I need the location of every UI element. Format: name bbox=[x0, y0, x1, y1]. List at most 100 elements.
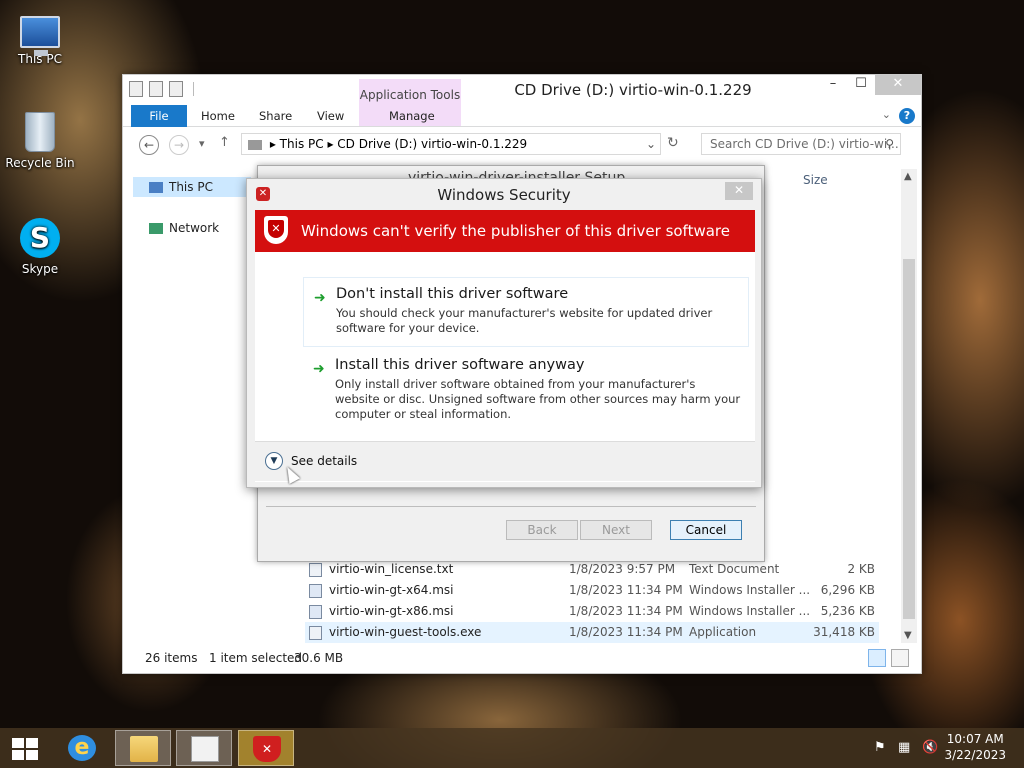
option-heading: Install this driver software anyway bbox=[335, 357, 585, 373]
error-shield-icon bbox=[264, 216, 288, 244]
scroll-up-icon[interactable]: ▲ bbox=[904, 171, 912, 182]
file-date: 1/8/2023 11:34 PM bbox=[569, 604, 683, 618]
expand-ribbon-icon[interactable]: ⌄ bbox=[882, 108, 891, 121]
green-arrow-icon: ➜ bbox=[313, 361, 325, 377]
status-bar: 26 items 1 item selected 30.6 MB bbox=[123, 643, 921, 673]
clock-date: 3/22/2023 bbox=[944, 748, 1006, 762]
network-tray-icon[interactable]: ▦ bbox=[898, 740, 910, 755]
msi-file-icon bbox=[309, 584, 322, 598]
this-pc-icon bbox=[20, 16, 60, 56]
taskbar-internet-explorer[interactable]: e bbox=[54, 730, 110, 766]
option-heading: Don't install this driver software bbox=[336, 286, 569, 302]
forward-icon[interactable]: → bbox=[169, 135, 189, 155]
desktop-icon-label: Skype bbox=[21, 262, 59, 276]
clock-time: 10:07 AM bbox=[946, 732, 1004, 746]
back-button[interactable]: Back bbox=[506, 520, 578, 540]
dialog-body: ➜ Don't install this driver software You… bbox=[255, 252, 755, 482]
column-header-size[interactable]: Size bbox=[803, 173, 828, 187]
breadcrumb-this-pc[interactable]: This PC bbox=[280, 137, 324, 151]
file-row[interactable]: virtio-win-gt-x86.msi 1/8/2023 11:34 PM … bbox=[305, 601, 879, 622]
drive-icon bbox=[248, 139, 262, 150]
file-row[interactable]: virtio-win_license.txt 1/8/2023 9:57 PM … bbox=[305, 559, 879, 580]
properties-icon[interactable] bbox=[149, 81, 163, 97]
tab-file[interactable]: File bbox=[131, 105, 187, 127]
chevron-down-icon[interactable]: ▼ bbox=[265, 452, 283, 470]
ribbon-tabs: File Home Share View Manage ⌄ ? bbox=[123, 105, 921, 127]
window-controls: – ☐ ✕ bbox=[819, 75, 921, 95]
file-row-selected[interactable]: virtio-win-guest-tools.exe 1/8/2023 11:3… bbox=[305, 622, 879, 643]
security-shield-icon: ✕ bbox=[253, 736, 281, 762]
file-date: 1/8/2023 9:57 PM bbox=[569, 562, 676, 576]
nav-item-network[interactable]: Network bbox=[149, 221, 219, 235]
text-file-icon bbox=[309, 563, 322, 577]
file-size: 6,296 KB bbox=[820, 583, 875, 597]
taskbar-windows-security[interactable]: ✕ bbox=[238, 730, 294, 766]
tab-view[interactable]: View bbox=[317, 105, 344, 127]
minimize-button[interactable]: – bbox=[819, 75, 847, 95]
recent-locations-icon[interactable]: ▾ bbox=[199, 137, 205, 150]
system-clock[interactable]: 10:07 AM 3/22/2023 bbox=[944, 731, 1006, 763]
window-title: CD Drive (D:) virtio-win-0.1.229 bbox=[514, 81, 752, 99]
volume-muted-icon[interactable]: 🔇 bbox=[922, 740, 938, 755]
tab-manage[interactable]: Manage bbox=[389, 105, 435, 127]
back-icon[interactable]: ← bbox=[139, 135, 159, 155]
breadcrumb-cd-drive[interactable]: CD Drive (D:) virtio-win-0.1.229 bbox=[337, 137, 527, 151]
search-input[interactable]: Search CD Drive (D:) virtio-wi... ⚲ bbox=[701, 133, 901, 155]
tab-home[interactable]: Home bbox=[201, 105, 235, 127]
help-icon[interactable]: ? bbox=[899, 108, 915, 124]
selection-count: 1 item selected bbox=[209, 651, 303, 665]
see-details-bar: ▼ See details bbox=[255, 441, 755, 481]
taskbar-installer[interactable] bbox=[176, 730, 232, 766]
search-placeholder: Search CD Drive (D:) virtio-wi... bbox=[710, 137, 899, 151]
file-date: 1/8/2023 11:34 PM bbox=[569, 625, 683, 639]
network-icon bbox=[149, 223, 163, 234]
desktop-icon-skype[interactable]: S Skype bbox=[0, 218, 80, 276]
vertical-scrollbar[interactable]: ▲ ▼ bbox=[901, 169, 917, 643]
taskbar: e ✕ ⚑ ▦ 🔇 10:07 AM 3/22/2023 bbox=[0, 728, 1024, 768]
warning-banner-text: Windows can't verify the publisher of th… bbox=[301, 222, 730, 240]
desktop-icon-this-pc[interactable]: This PC bbox=[0, 10, 80, 66]
refresh-icon[interactable]: ↻ bbox=[667, 135, 679, 151]
recycle-bin-icon bbox=[25, 112, 55, 152]
action-center-flag-icon[interactable]: ⚑ bbox=[874, 740, 886, 755]
cancel-button[interactable]: Cancel bbox=[670, 520, 742, 540]
address-bar[interactable]: ▸ This PC ▸ CD Drive (D:) virtio-win-0.1… bbox=[241, 133, 661, 155]
file-name: virtio-win-gt-x86.msi bbox=[329, 604, 454, 618]
see-details-link[interactable]: See details bbox=[291, 454, 357, 468]
desktop-icon-recycle-bin[interactable]: Recycle Bin bbox=[0, 112, 80, 170]
file-name: virtio-win-guest-tools.exe bbox=[329, 625, 482, 639]
file-list: virtio-win_license.txt 1/8/2023 9:57 PM … bbox=[305, 559, 879, 643]
file-row[interactable]: virtio-win-gt-x64.msi 1/8/2023 11:34 PM … bbox=[305, 580, 879, 601]
new-folder-icon[interactable] bbox=[169, 81, 183, 97]
scroll-down-icon[interactable]: ▼ bbox=[904, 630, 912, 641]
selection-size: 30.6 MB bbox=[294, 651, 344, 665]
large-icons-view-icon[interactable] bbox=[891, 649, 909, 667]
search-icon: ⚲ bbox=[885, 137, 894, 151]
up-icon[interactable]: ↑ bbox=[219, 135, 230, 150]
scroll-thumb[interactable] bbox=[903, 259, 915, 619]
taskbar-file-explorer[interactable] bbox=[115, 730, 171, 766]
address-dropdown-icon[interactable]: ⌄ bbox=[646, 134, 656, 154]
file-size: 5,236 KB bbox=[820, 604, 875, 618]
toolbar-separator bbox=[193, 82, 194, 96]
details-view-icon[interactable] bbox=[868, 649, 886, 667]
item-count: 26 items bbox=[145, 651, 198, 665]
file-type: Text Document bbox=[689, 562, 780, 576]
context-tab-group-label: Application Tools bbox=[359, 88, 461, 102]
dialog-close-button[interactable]: ✕ bbox=[725, 182, 753, 200]
warning-banner: Windows can't verify the publisher of th… bbox=[255, 210, 755, 252]
file-size: 2 KB bbox=[847, 562, 875, 576]
close-button[interactable]: ✕ bbox=[875, 75, 921, 95]
nav-item-this-pc[interactable]: This PC bbox=[133, 177, 251, 197]
file-type: Application bbox=[689, 625, 757, 639]
file-type: Windows Installer ... bbox=[689, 604, 811, 618]
quick-access-toolbar bbox=[129, 81, 194, 97]
maximize-button[interactable]: ☐ bbox=[847, 75, 875, 95]
dont-install-option[interactable]: ➜ Don't install this driver software You… bbox=[303, 277, 749, 347]
install-anyway-option[interactable]: ➜ Install this driver software anyway On… bbox=[303, 349, 749, 428]
drive-icon[interactable] bbox=[129, 81, 143, 97]
tab-share[interactable]: Share bbox=[259, 105, 292, 127]
windows-start-icon[interactable] bbox=[12, 738, 38, 760]
file-name: virtio-win_license.txt bbox=[329, 562, 454, 576]
next-button[interactable]: Next bbox=[580, 520, 652, 540]
